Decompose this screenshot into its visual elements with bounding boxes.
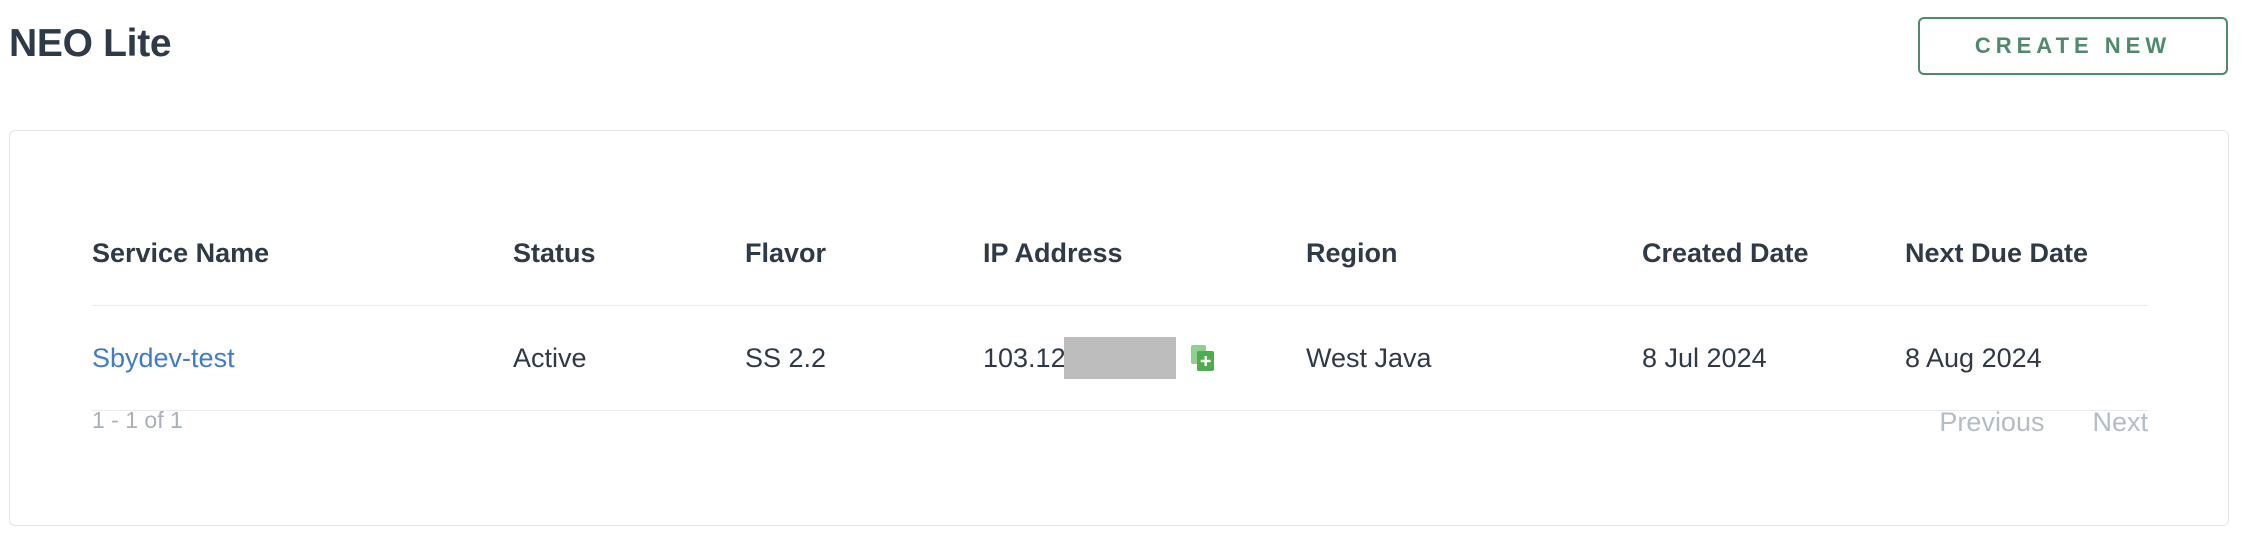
column-header-region: Region xyxy=(1306,237,1398,268)
column-header-status: Status xyxy=(513,237,596,268)
flavor-cell: SS 2.2 xyxy=(745,342,827,373)
next-button[interactable]: Next xyxy=(2092,407,2148,438)
status-cell: Active xyxy=(513,342,587,373)
table-row: Sbydev-test Active SS 2.2 103.12 West Ja… xyxy=(92,306,2148,411)
pagination-range: 1 - 1 of 1 xyxy=(92,407,183,433)
previous-button[interactable]: Previous xyxy=(1939,407,2044,438)
column-header-created-date: Created Date xyxy=(1642,237,1809,268)
column-header-flavor: Flavor xyxy=(745,237,827,268)
column-header-service-name: Service Name xyxy=(92,237,270,268)
ip-address-text: 103.12 xyxy=(983,342,1066,373)
ip-address-wrap: 103.12 xyxy=(983,337,1216,379)
region-cell: West Java xyxy=(1306,342,1432,373)
services-card: Service Name Status Flavor IP Address Re… xyxy=(9,130,2229,526)
next-due-date-cell: 8 Aug 2024 xyxy=(1905,342,2042,373)
ip-address-cell: 103.12 xyxy=(983,306,1216,410)
created-date-cell: 8 Jul 2024 xyxy=(1642,342,1767,373)
pagination-controls: Previous Next xyxy=(1939,407,2148,438)
table-header-row: Service Name Status Flavor IP Address Re… xyxy=(92,201,2148,306)
service-name-link[interactable]: Sbydev-test xyxy=(92,343,235,374)
copy-icon-svg xyxy=(1190,345,1214,371)
table-footer: 1 - 1 of 1 Previous Next xyxy=(92,403,2148,463)
create-new-button[interactable]: CREATE NEW xyxy=(1918,17,2228,75)
ip-redaction-mask xyxy=(1063,337,1176,379)
service-name-cell: Sbydev-test xyxy=(92,306,235,410)
page: NEO Lite CREATE NEW Service Name Status … xyxy=(0,0,2242,548)
page-title: NEO Lite xyxy=(9,22,172,65)
copy-icon[interactable] xyxy=(1190,344,1216,372)
column-header-ip-address: IP Address xyxy=(983,237,1123,268)
column-header-next-due-date: Next Due Date xyxy=(1905,237,2089,268)
services-table: Service Name Status Flavor IP Address Re… xyxy=(92,201,2148,411)
page-header: NEO Lite CREATE NEW xyxy=(0,0,2242,110)
